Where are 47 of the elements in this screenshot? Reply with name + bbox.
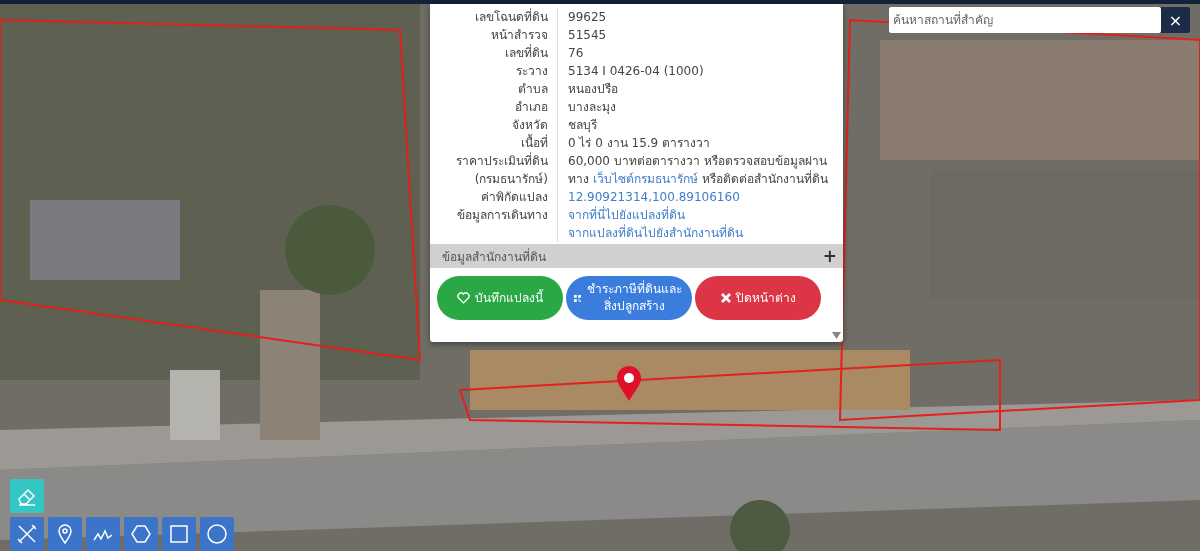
heart-icon — [457, 292, 470, 304]
field-label: เลขโฉนดที่ดิน — [436, 8, 558, 26]
field-value: 51545 — [568, 27, 608, 44]
field-label: ตำบล — [436, 80, 558, 98]
draw-tool-button[interactable] — [200, 517, 234, 551]
section-header[interactable]: ข้อมูลสำนักงานที่ดิน + — [430, 244, 843, 268]
qr-code-icon — [574, 292, 581, 304]
draw-tool-button[interactable] — [124, 517, 158, 551]
search-field[interactable]: ค้นหาสถานที่สำคัญ — [889, 7, 1161, 33]
field-value: บางละมุง — [568, 99, 617, 116]
field-value: 76 — [568, 45, 585, 62]
field-label: เนื้อที่ — [436, 134, 558, 152]
field-value: 5134 I 0426-04 (1000) — [568, 63, 705, 80]
close-button[interactable]: ปิดหน้าต่าง — [695, 276, 821, 320]
info-link[interactable]: จากแปลงที่ดินไปยังสำนักงานที่ดิน — [568, 224, 829, 242]
website-link[interactable]: เว็บไซต์กรมธนารักษ์ — [592, 172, 698, 186]
polygon-icon — [129, 522, 153, 546]
field-value: หนองปรือ — [568, 81, 619, 98]
rectangle-icon — [167, 522, 191, 546]
map-pin-icon — [616, 366, 642, 402]
draw-tool-button[interactable] — [48, 517, 82, 551]
field-value: ชลบุรี — [568, 117, 598, 134]
tax-button[interactable]: ชำระภาษีที่ดินและสิ่งปลูกสร้าง — [566, 276, 692, 320]
circle-icon — [205, 522, 229, 546]
field-label: จังหวัด — [436, 116, 558, 134]
field-value: 60,000 บาทต่อตารางวา หรือตรวจสอบข้อมูลผ่านทาง เว็บไซต์กรมธนารักษ์ หรือติดต่อสำนักงานที่ดิน — [568, 153, 829, 188]
info-link[interactable]: จากที่นี่ไปยังแปลงที่ดิน — [568, 206, 829, 224]
field-label: ค่าพิกัดแปลง — [436, 188, 558, 206]
ruler-pencil-icon — [15, 522, 39, 546]
field-value: 0 ไร่ 0 งาน 15.9 ตารางวา — [568, 135, 712, 152]
field-label: ระวาง — [436, 62, 558, 80]
expand-toggle[interactable]: + — [822, 246, 837, 266]
field-label: ข้อมูลการเดินทาง — [436, 206, 558, 242]
draw-tool-button[interactable] — [162, 517, 196, 551]
draw-tool-button[interactable] — [10, 517, 44, 551]
close-icon — [720, 293, 731, 303]
clear-button[interactable]: × — [1161, 7, 1190, 33]
save-button[interactable]: บันทึกแปลงนี้ — [437, 276, 563, 320]
field-value: 99625 — [568, 9, 608, 26]
field-label: เลขที่ดิน — [436, 44, 558, 62]
info-link[interactable]: 12.90921314,100.89106160 — [568, 188, 829, 206]
section-title: ข้อมูลสำนักงานที่ดิน — [442, 247, 546, 266]
scroll-down-icon[interactable] — [832, 332, 841, 339]
field-label: หน้าสำรวจ — [436, 26, 558, 44]
field-label: อำเภอ — [436, 98, 558, 116]
draw-tool-button[interactable] — [86, 517, 120, 551]
field-label: ราคาประเมินที่ดิน (กรมธนารักษ์) — [436, 152, 558, 188]
